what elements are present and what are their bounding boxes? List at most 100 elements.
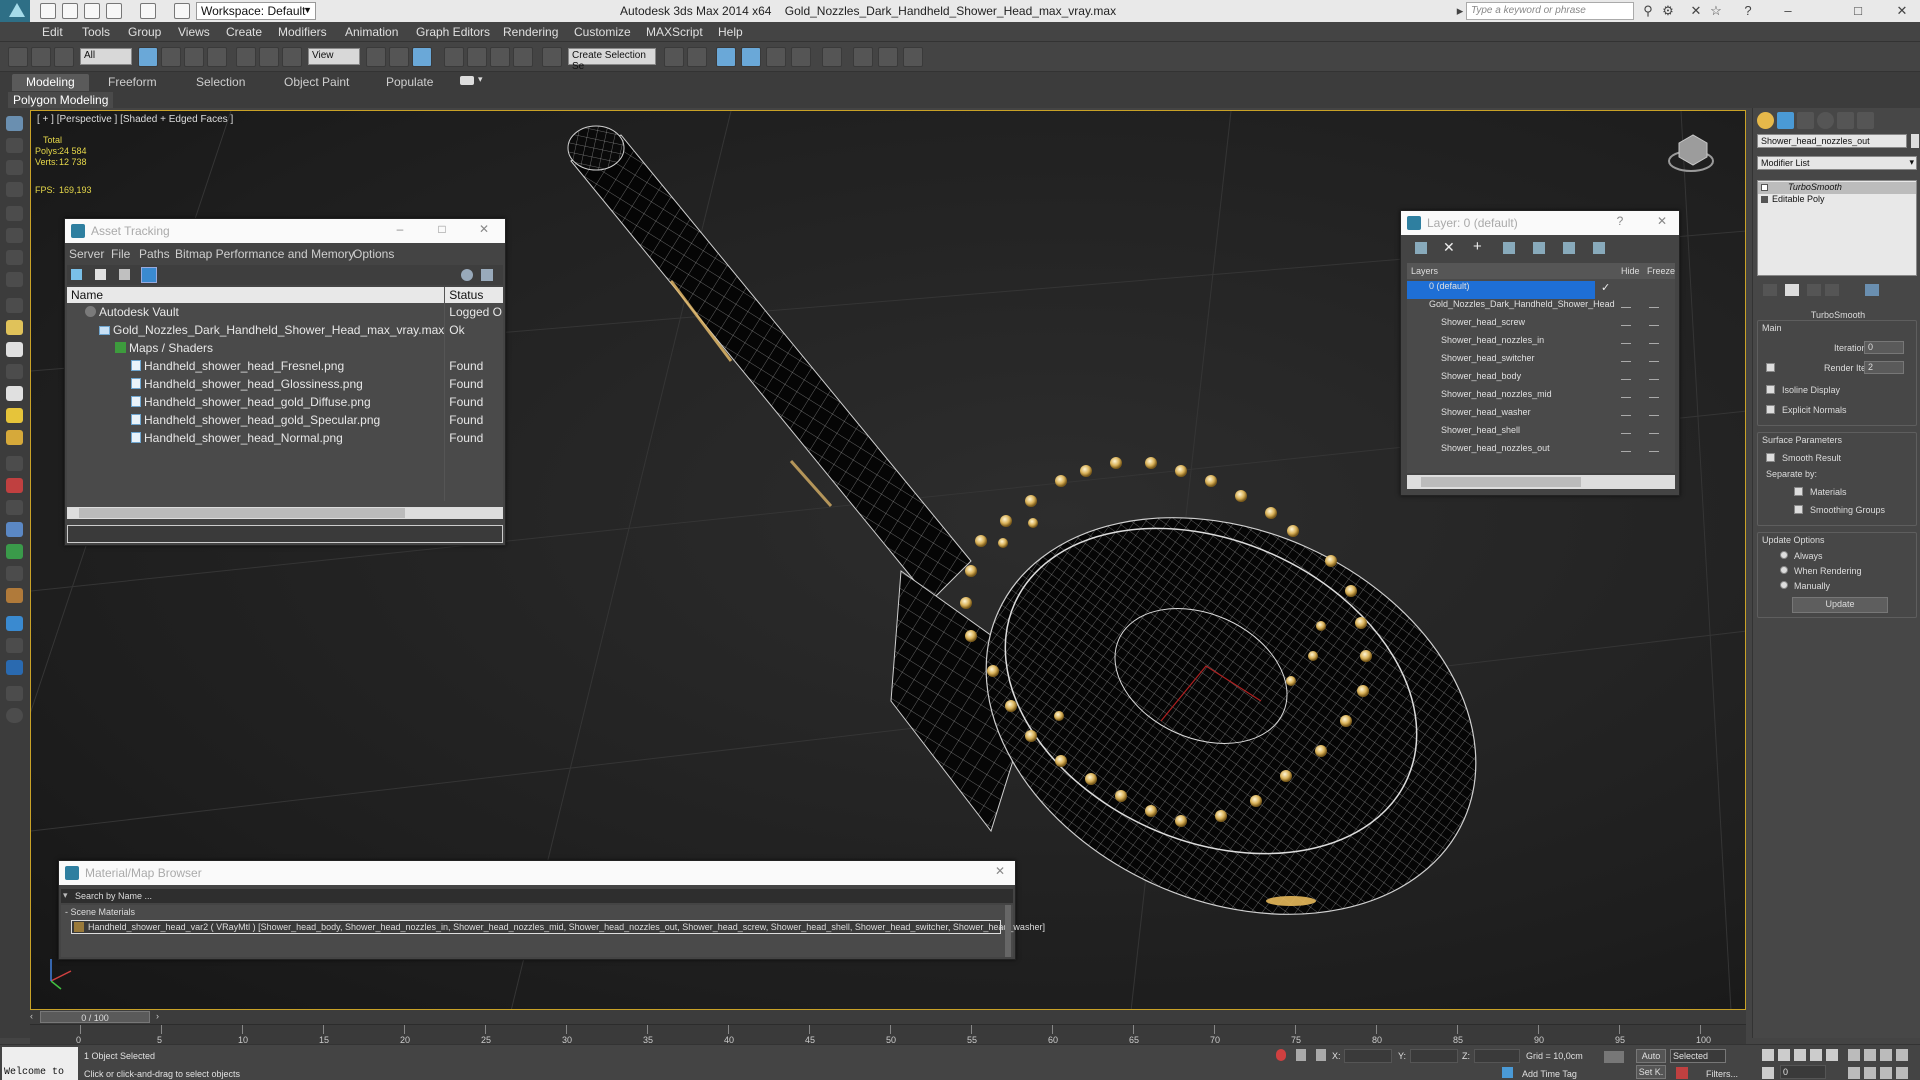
menu-edit[interactable]: Edit [42, 25, 63, 39]
layer-row[interactable]: Shower_head_switcher [1407, 353, 1669, 371]
pan-view-icon[interactable] [1864, 1067, 1876, 1079]
box-primitive-icon[interactable] [6, 298, 23, 313]
maximize-icon[interactable]: □ [1850, 3, 1866, 19]
freeze-toggle[interactable] [1649, 307, 1659, 308]
object-color-swatch[interactable] [1911, 134, 1919, 148]
x-coord-field[interactable] [1344, 1049, 1392, 1063]
reference-coordinate-dropdown[interactable]: View [308, 48, 360, 65]
freeze-toggle[interactable] [1649, 361, 1659, 362]
utilities-tab-icon[interactable] [1857, 112, 1874, 129]
scrollbar-thumb[interactable] [79, 508, 405, 518]
auto-key-button[interactable]: Auto [1636, 1049, 1666, 1063]
space-warp-icon[interactable] [6, 478, 23, 493]
systems-icon[interactable] [6, 500, 23, 515]
render-iters-spinner[interactable]: 2 [1864, 361, 1904, 374]
menu-paths[interactable]: Paths [139, 247, 170, 261]
column-header-name[interactable]: Name [67, 287, 446, 303]
manually-radio[interactable] [1780, 581, 1788, 589]
refresh-icon[interactable] [71, 269, 82, 280]
table-view-icon[interactable] [141, 267, 157, 283]
torus-icon[interactable] [6, 364, 23, 379]
menu-help[interactable]: Help [718, 25, 743, 39]
layers-icon[interactable] [6, 686, 23, 701]
table-row[interactable]: Handheld_shower_head_gold_Specular.png F… [67, 411, 503, 429]
materials-checkbox[interactable] [1794, 487, 1803, 496]
material-list-scrollbar[interactable] [1005, 905, 1011, 957]
light-bulb-icon[interactable] [1761, 184, 1768, 191]
maximize-viewport-icon[interactable] [1896, 1067, 1908, 1079]
freeze-toggle[interactable] [1649, 379, 1659, 380]
named-selection-set-dropdown[interactable]: Create Selection Se [568, 48, 656, 72]
table-row[interactable]: Handheld_shower_head_gold_Diffuse.png Fo… [67, 393, 503, 411]
modifier-list-dropdown[interactable]: Modifier List ▾ [1757, 156, 1917, 170]
column-header-hide[interactable]: Hide [1621, 266, 1640, 276]
zoom-extents-all-icon[interactable] [1896, 1049, 1908, 1061]
zoom-all-icon[interactable] [1864, 1049, 1876, 1061]
ribbon-chevron-down-icon[interactable]: ▾ [478, 74, 483, 85]
move-icon[interactable] [236, 47, 256, 67]
when-rendering-radio[interactable] [1780, 566, 1788, 574]
layer-row[interactable]: Shower_head_shell [1407, 425, 1669, 443]
layer-row[interactable]: Shower_head_nozzles_in [1407, 335, 1669, 353]
select-tool-icon[interactable] [6, 116, 23, 131]
help-icon[interactable] [461, 269, 473, 281]
iterations-spinner[interactable]: 0 [1864, 341, 1904, 354]
scene-materials-group[interactable]: - Scene Materials [65, 907, 135, 917]
hierarchy-tab-icon[interactable] [1797, 112, 1814, 129]
grid-icon[interactable] [6, 182, 23, 197]
layer-row[interactable]: Shower_head_body [1407, 371, 1669, 389]
modify-tab-icon[interactable] [1777, 112, 1794, 129]
select-by-name-icon[interactable] [161, 47, 181, 67]
layer-row[interactable]: Shower_head_screw [1407, 317, 1669, 335]
absolute-mode-icon[interactable] [1316, 1049, 1326, 1061]
maximize-icon[interactable]: □ [435, 222, 449, 236]
close-icon[interactable]: ✕ [1655, 214, 1669, 228]
next-frame-icon[interactable] [1810, 1049, 1822, 1061]
tab-modeling[interactable]: Modeling [12, 74, 89, 91]
display-tab-icon[interactable] [1837, 112, 1854, 129]
pin-stack-icon[interactable] [1763, 284, 1777, 296]
percent-snap-icon[interactable] [490, 47, 510, 67]
maxscript-listener[interactable]: Welcome to [2, 1047, 78, 1080]
y-coord-field[interactable] [1410, 1049, 1458, 1063]
track-bar[interactable]: 0 5 10 15 20 25 30 35 40 45 50 55 60 65 70 75 80 85 90 95 10… [30, 1024, 1746, 1045]
render-setup-icon[interactable] [853, 47, 873, 67]
scene-explorer-icon[interactable] [6, 660, 23, 675]
undo-icon[interactable] [106, 3, 122, 19]
menu-graph-editors[interactable]: Graph Editors [416, 25, 490, 39]
zoom-icon[interactable] [1848, 1049, 1860, 1061]
make-unique-icon[interactable] [1807, 284, 1821, 296]
tab-freeform[interactable]: Freeform [94, 74, 171, 91]
align-icon[interactable] [687, 47, 707, 67]
help-icon[interactable]: ? [1613, 214, 1627, 228]
mirror-icon[interactable] [664, 47, 684, 67]
open-file-icon[interactable] [62, 3, 78, 19]
isoline-display-checkbox[interactable] [1766, 385, 1775, 394]
menu-create[interactable]: Create [226, 25, 262, 39]
project-folder-icon[interactable] [174, 3, 190, 19]
world-icon[interactable] [6, 522, 23, 537]
hide-toggle[interactable] [1621, 343, 1631, 344]
close-icon[interactable]: ✕ [993, 864, 1007, 878]
column-header-layers[interactable]: Layers [1411, 266, 1438, 276]
camera-icon[interactable] [6, 206, 23, 221]
create-tab-icon[interactable] [1757, 112, 1774, 129]
key-mode-toggle-icon[interactable] [1762, 1067, 1774, 1079]
new-layer-icon[interactable] [1415, 242, 1427, 254]
hide-toggle[interactable] [1621, 325, 1631, 326]
spline-icon[interactable] [6, 228, 23, 243]
table-row[interactable]: Maps / Shaders [67, 339, 503, 357]
go-to-end-icon[interactable] [1826, 1049, 1838, 1061]
tab-object-paint[interactable]: Object Paint [270, 74, 363, 91]
z-coord-field[interactable] [1474, 1049, 1520, 1063]
layer-manager-titlebar[interactable]: Layer: 0 (default) ? ✕ [1401, 211, 1679, 235]
hide-toggle[interactable] [1621, 379, 1631, 380]
menu-animation[interactable]: Animation [345, 25, 398, 39]
select-objects-in-layer-icon[interactable] [1503, 242, 1515, 254]
material-entry[interactable]: Handheld_shower_head_var2 ( VRayMtl ) [S… [71, 920, 1045, 934]
box-icon[interactable] [6, 138, 23, 153]
chevron-down-icon[interactable]: ▾ [63, 890, 68, 901]
communication-icon[interactable]: ⚙ [1660, 3, 1676, 19]
freeze-toggle[interactable] [1649, 433, 1659, 434]
menu-modifiers[interactable]: Modifiers [278, 25, 327, 39]
